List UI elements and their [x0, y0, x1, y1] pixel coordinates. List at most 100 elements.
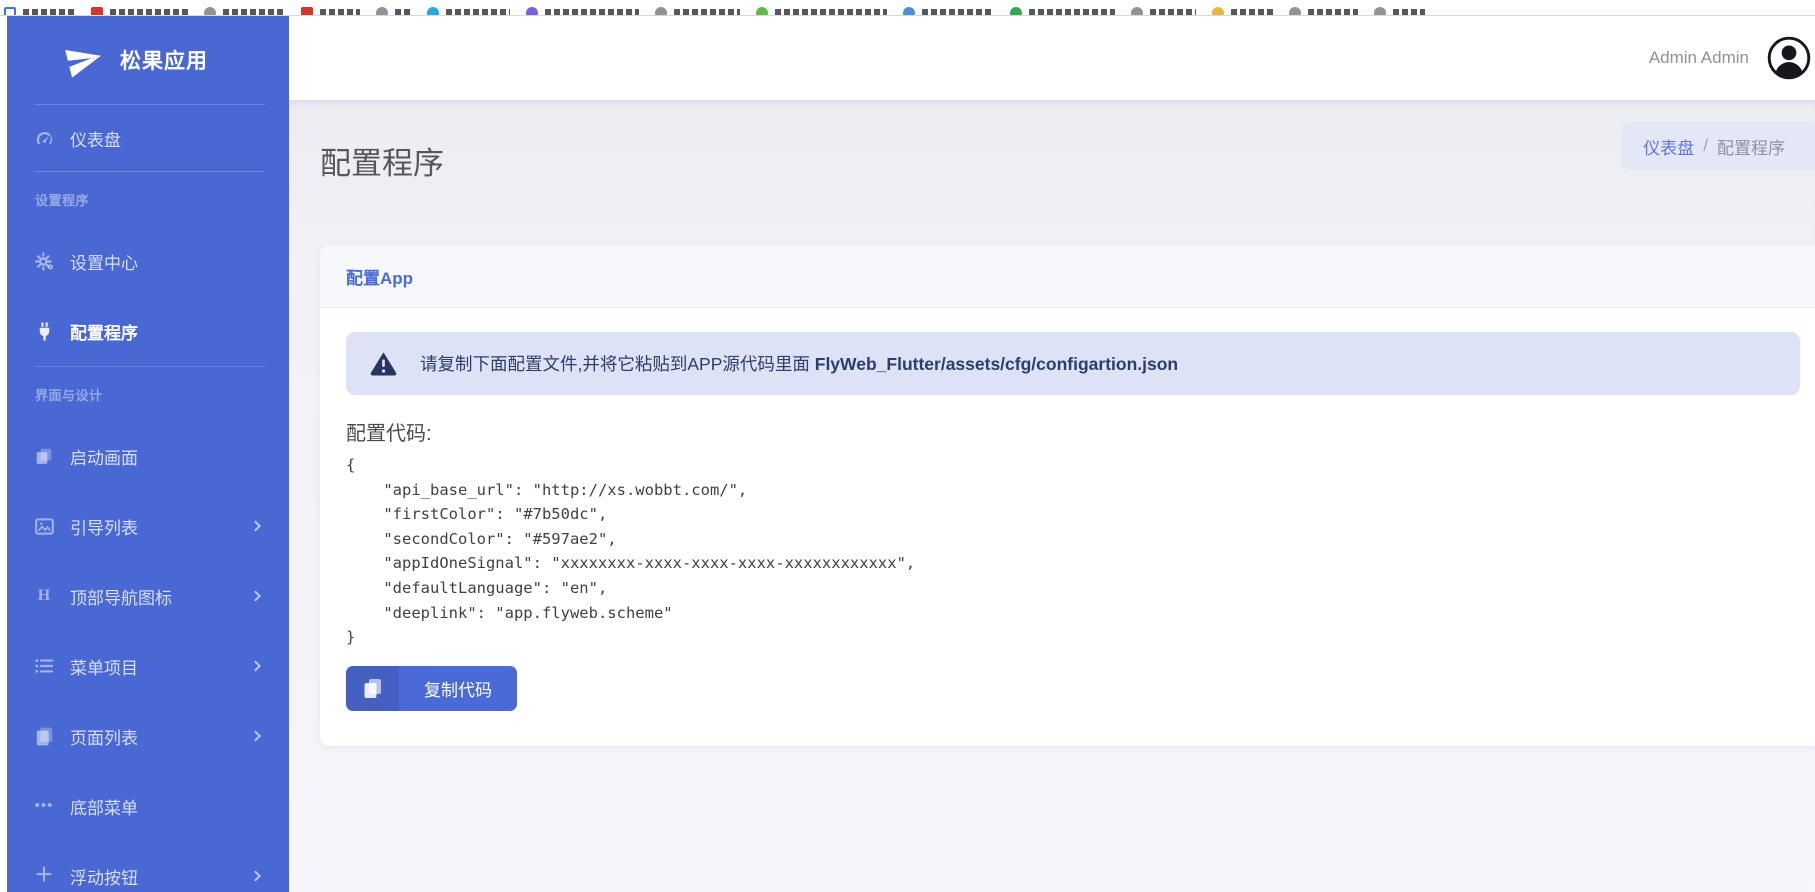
alert-message: 请复制下面配置文件,并将它粘贴到APP源代码里面 FlyWeb_Flutter/…: [420, 351, 1178, 376]
main-content: 配置程序 仪表盘 / 配置程序 配置App 请复制下面配置文件,并将它粘贴到AP…: [289, 100, 1815, 892]
bookmark-favicon: [1131, 7, 1143, 16]
bookmark-item[interactable]: [204, 7, 285, 15]
bookmark-item[interactable]: [756, 7, 887, 15]
chevron-right-icon: [252, 730, 263, 742]
sidebar-item[interactable]: 仪表盘: [7, 105, 289, 171]
sidebar-item-label: 顶部导航图标: [70, 584, 172, 609]
copy-button-label: 复制代码: [399, 666, 517, 711]
gauge-icon: [33, 129, 55, 148]
bookmark-label-clipped: [545, 9, 639, 16]
bookmark-item[interactable]: [903, 7, 994, 15]
bookmark-label-clipped: [395, 9, 411, 16]
bookmark-label-clipped: [446, 9, 510, 16]
chevron-right-icon: [252, 660, 263, 672]
card-header: 配置App: [320, 245, 1815, 308]
bookmark-label-clipped: [674, 9, 740, 16]
layers-icon: [33, 447, 55, 465]
sidebar-item-label: 设置中心: [70, 249, 138, 274]
app-name: 松果应用: [120, 45, 208, 75]
sidebar-item-label: 底部菜单: [70, 794, 138, 819]
page-title: 配置程序: [320, 138, 444, 183]
bookmark-favicon: [655, 7, 667, 16]
user-name[interactable]: Admin Admin: [1649, 48, 1749, 68]
bookmark-item[interactable]: [1289, 7, 1358, 15]
sidebar-section-label: 设置程序: [7, 172, 289, 226]
bookmark-item[interactable]: [301, 7, 360, 15]
sidebar: 松果应用 仪表盘设置程序设置中心配置程序界面与设计启动画面引导列表 H顶部导航图标…: [7, 16, 289, 892]
bookmark-favicon: [1374, 7, 1386, 16]
gears-icon: [33, 252, 55, 271]
bookmark-label-clipped: [775, 9, 887, 16]
bookmark-favicon: [903, 7, 915, 16]
copy-code-button[interactable]: 复制代码: [346, 666, 517, 711]
list-icon: [33, 658, 55, 674]
breadcrumb-current: 配置程序: [1717, 134, 1785, 159]
sidebar-item[interactable]: 设置中心: [7, 226, 289, 296]
bookmark-label-clipped: [110, 9, 188, 16]
bookmark-label-clipped: [1393, 9, 1425, 16]
plug-icon: [33, 322, 55, 341]
bookmark-label-clipped: [1150, 9, 1196, 16]
warning-icon: [370, 351, 397, 376]
bookmark-item[interactable]: [1131, 7, 1196, 15]
sidebar-item[interactable]: •••底部菜单: [7, 771, 289, 841]
chevron-right-icon: [252, 590, 263, 602]
bookmark-favicon: [1289, 7, 1301, 16]
pages-icon: [33, 727, 55, 746]
sidebar-item[interactable]: H顶部导航图标: [7, 561, 289, 631]
bookmark-label-clipped: [223, 9, 285, 16]
bookmark-item[interactable]: [526, 7, 639, 15]
bookmark-item[interactable]: [1212, 7, 1273, 15]
bookmark-favicon: [301, 7, 313, 16]
bookmark-item[interactable]: [655, 7, 740, 15]
sidebar-item[interactable]: 页面列表: [7, 701, 289, 771]
image-icon: [33, 518, 55, 535]
bookmark-item[interactable]: [1010, 7, 1115, 15]
chevron-right-icon: [252, 520, 263, 532]
config-file-path: FlyWeb_Flutter/assets/cfg/configartion.j…: [815, 354, 1178, 374]
sidebar-item[interactable]: 引导列表: [7, 491, 289, 561]
bookmark-label-clipped: [1029, 9, 1115, 16]
breadcrumb: 仪表盘 / 配置程序: [1621, 122, 1815, 170]
chevron-right-icon: [252, 870, 263, 882]
breadcrumb-separator: /: [1703, 136, 1708, 156]
bookmark-label-clipped: [23, 9, 75, 16]
bookmark-favicon: [526, 7, 538, 16]
sidebar-item[interactable]: 配置程序: [7, 296, 289, 366]
sidebar-item-label: 配置程序: [70, 319, 138, 344]
bookmark-item[interactable]: [376, 7, 411, 15]
sidebar-item[interactable]: ＋ 浮动按钮: [7, 841, 289, 892]
sidebar-section-label: 界面与设计: [7, 367, 289, 421]
sidebar-item-label: 仪表盘: [70, 126, 121, 151]
bookmark-favicon: [1010, 7, 1022, 16]
bookmark-favicon: [1212, 7, 1224, 16]
plus-icon: ＋: [33, 868, 55, 884]
browser-bookmarks-bar: [0, 0, 1815, 16]
bookmark-item[interactable]: [4, 7, 75, 15]
sidebar-item-label: 菜单项目: [70, 654, 138, 679]
bookmark-item[interactable]: [427, 7, 510, 15]
breadcrumb-link-dashboard[interactable]: 仪表盘: [1643, 134, 1694, 159]
bookmark-favicon: [204, 7, 216, 16]
sidebar-item[interactable]: 菜单项目: [7, 631, 289, 701]
bookmark-label-clipped: [1231, 9, 1273, 16]
bookmark-item[interactable]: [91, 7, 188, 15]
user-avatar[interactable]: [1767, 36, 1811, 80]
card-title: 配置App: [346, 264, 413, 289]
bookmark-favicon: [91, 7, 103, 16]
sidebar-item-label: 浮动按钮: [70, 864, 138, 889]
app-logo[interactable]: 松果应用: [7, 16, 289, 104]
bookmark-label-clipped: [1308, 9, 1358, 16]
sidebar-item-label: 引导列表: [70, 514, 138, 539]
copy-icon: [346, 666, 399, 711]
sidebar-item[interactable]: 启动画面: [7, 421, 289, 491]
bookmark-favicon: [376, 7, 388, 16]
config-code-block: { "api_base_url": "http://xs.wobbt.com/"…: [346, 453, 1800, 650]
sidebar-item-label: 页面列表: [70, 724, 138, 749]
config-instruction-alert: 请复制下面配置文件,并将它粘贴到APP源代码里面 FlyWeb_Flutter/…: [346, 332, 1800, 395]
bookmark-label-clipped: [320, 9, 360, 16]
sidebar-item-label: 启动画面: [70, 444, 138, 469]
paper-plane-icon: [61, 37, 107, 83]
config-app-card: 配置App 请复制下面配置文件,并将它粘贴到APP源代码里面 FlyWeb_Fl…: [320, 245, 1815, 746]
bookmark-item[interactable]: [1374, 7, 1425, 15]
